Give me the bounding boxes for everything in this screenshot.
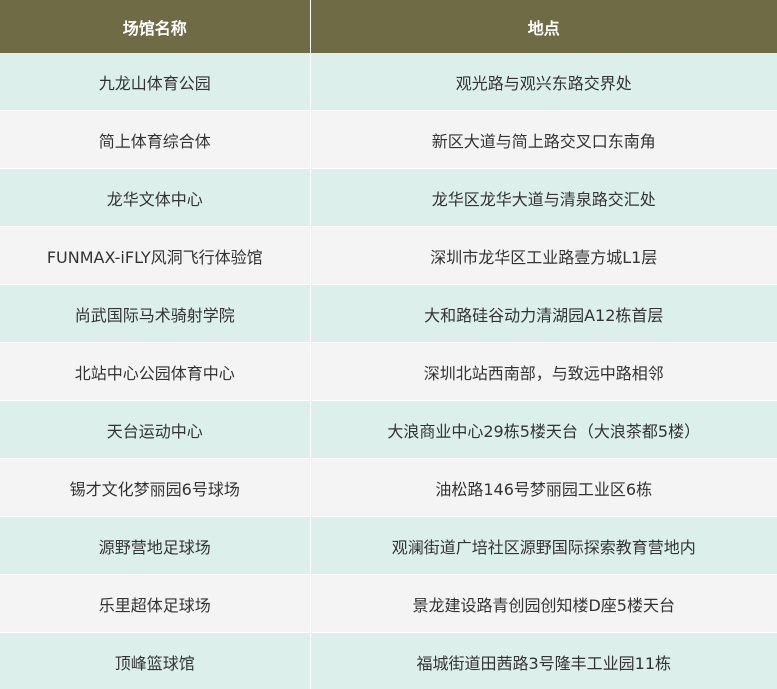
location-cell: 深圳北站西南部，与致远中路相邻	[310, 342, 777, 401]
venue-name-cell: 天台运动中心	[0, 400, 311, 459]
location-cell: 龙华区龙华大道与清泉路交汇处	[310, 168, 777, 227]
location-cell: 观澜街道广培社区源野国际探索教育营地内	[310, 516, 777, 575]
table-row: 乐里超体足球场 景龙建设路青创园创知楼D座5楼天台	[0, 574, 777, 633]
column-header-venue-name: 场馆名称	[0, 0, 311, 53]
table-row: 简上体育综合体 新区大道与简上路交叉口东南角	[0, 110, 777, 169]
table-row: 顶峰篮球馆 福城街道田茜路3号隆丰工业园11栋	[0, 632, 777, 689]
header-row: 场馆名称 地点	[0, 0, 777, 53]
table-header: 场馆名称 地点	[0, 0, 777, 53]
location-cell: 景龙建设路青创园创知楼D座5楼天台	[310, 574, 777, 633]
venue-name-cell: 源野营地足球场	[0, 516, 311, 575]
venue-name-cell: 尚武国际马术骑射学院	[0, 284, 311, 343]
column-header-location: 地点	[310, 0, 777, 53]
venue-name-cell: 乐里超体足球场	[0, 574, 311, 633]
location-cell: 观光路与观兴东路交界处	[310, 53, 777, 111]
location-cell: 深圳市龙华区工业路壹方城L1层	[310, 226, 777, 285]
table-row: 天台运动中心 大浪商业中心29栋5楼天台（大浪茶都5楼）	[0, 400, 777, 459]
table-row: 龙华文体中心 龙华区龙华大道与清泉路交汇处	[0, 168, 777, 227]
table-row: 尚武国际马术骑射学院 大和路硅谷动力清湖园A12栋首层	[0, 284, 777, 343]
venue-name-cell: 九龙山体育公园	[0, 53, 311, 111]
venue-name-cell: 顶峰篮球馆	[0, 632, 311, 689]
table-row: 九龙山体育公园 观光路与观兴东路交界处	[0, 53, 777, 111]
table-row: 锡才文化梦丽园6号球场 油松路146号梦丽园工业区6栋	[0, 458, 777, 517]
location-cell: 大浪商业中心29栋5楼天台（大浪茶都5楼）	[310, 400, 777, 459]
location-cell: 油松路146号梦丽园工业区6栋	[310, 458, 777, 517]
table-row: 北站中心公园体育中心 深圳北站西南部，与致远中路相邻	[0, 342, 777, 401]
venue-name-cell: 龙华文体中心	[0, 168, 311, 227]
venue-name-cell: 锡才文化梦丽园6号球场	[0, 458, 311, 517]
venue-name-cell: 北站中心公园体育中心	[0, 342, 311, 401]
venue-name-cell: 简上体育综合体	[0, 110, 311, 169]
location-cell: 福城街道田茜路3号隆丰工业园11栋	[310, 632, 777, 689]
table-body: 九龙山体育公园 观光路与观兴东路交界处 简上体育综合体 新区大道与简上路交叉口东…	[0, 53, 777, 689]
location-cell: 新区大道与简上路交叉口东南角	[310, 110, 777, 169]
location-cell: 大和路硅谷动力清湖园A12栋首层	[310, 284, 777, 343]
venue-name-cell: FUNMAX-iFLY风洞飞行体验馆	[0, 226, 311, 285]
table-row: FUNMAX-iFLY风洞飞行体验馆 深圳市龙华区工业路壹方城L1层	[0, 226, 777, 285]
table-row: 源野营地足球场 观澜街道广培社区源野国际探索教育营地内	[0, 516, 777, 575]
venue-table: 场馆名称 地点 九龙山体育公园 观光路与观兴东路交界处 简上体育综合体 新区大道…	[0, 0, 777, 689]
